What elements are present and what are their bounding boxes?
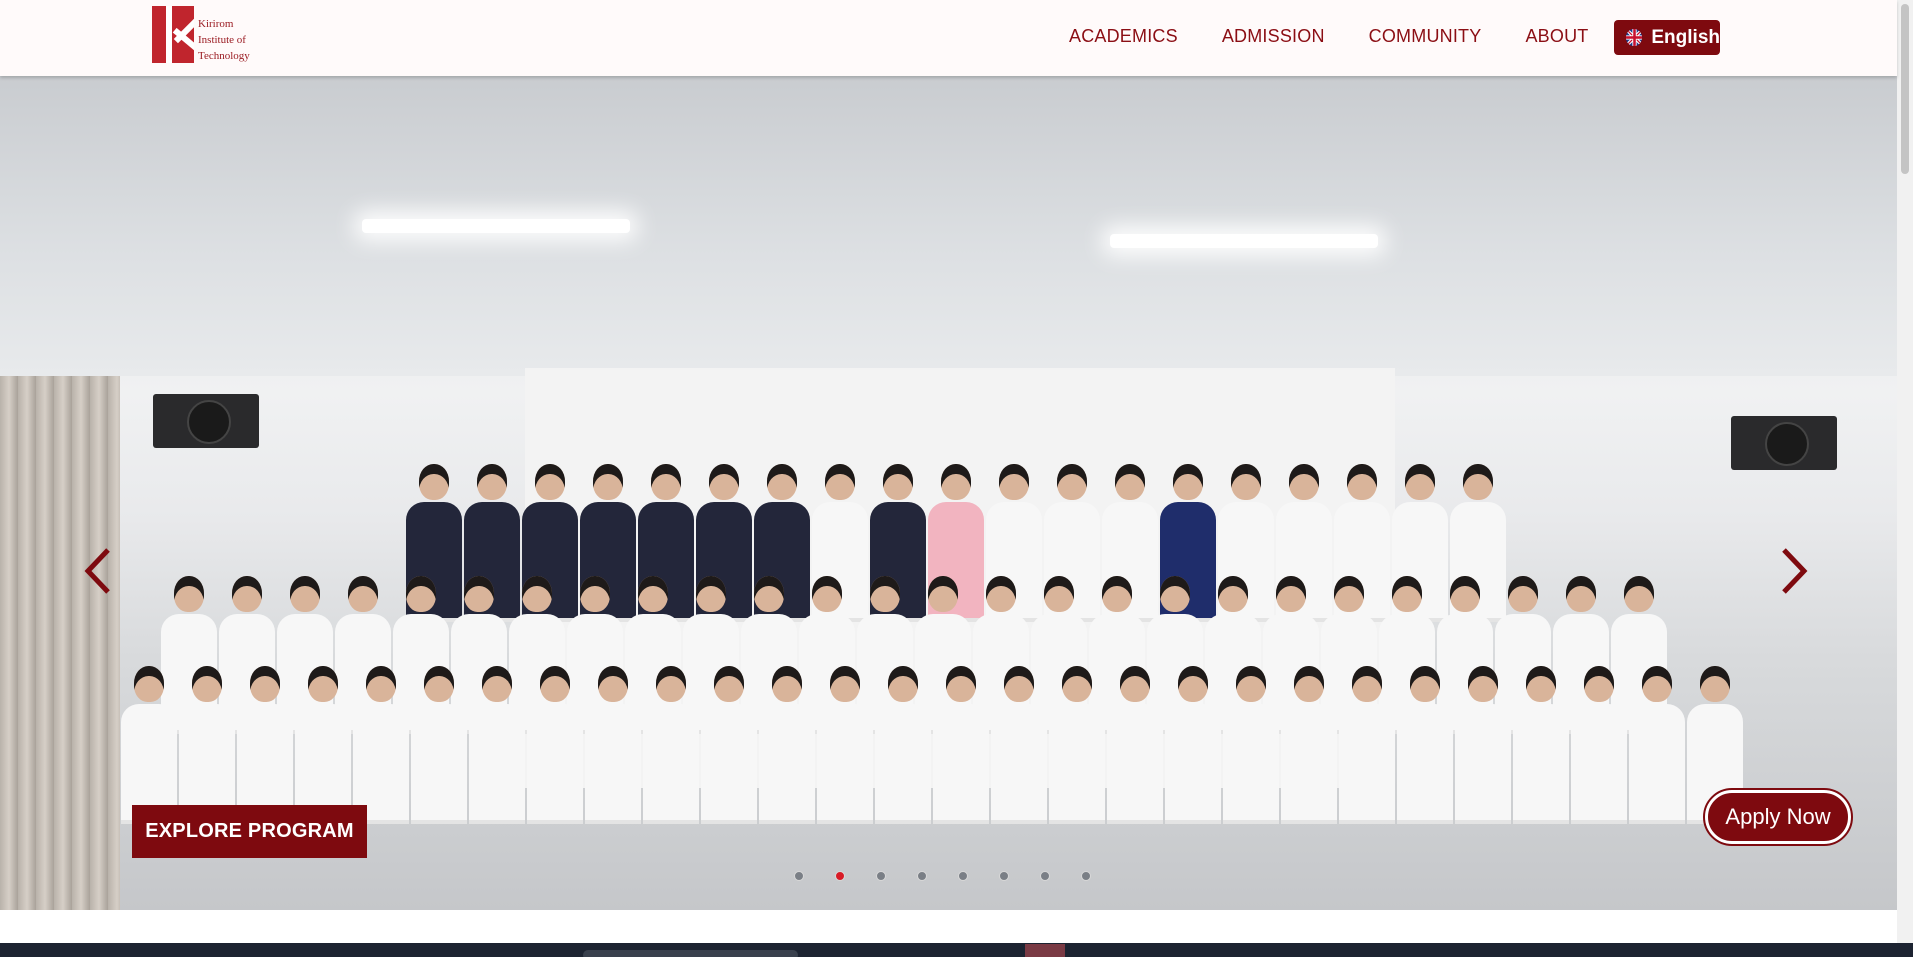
carousel-dot[interactable]: [999, 871, 1009, 881]
language-button[interactable]: English: [1614, 20, 1720, 55]
speaker-icon: [153, 394, 259, 448]
main-nav: ACADEMICS ADMISSION COMMUNITY ABOUT: [1069, 26, 1632, 47]
scrollbar-thumb[interactable]: [1901, 4, 1909, 174]
logo-text-line3: Technology: [198, 50, 250, 62]
hero-carousel: [0, 76, 1897, 910]
nav-academics[interactable]: ACADEMICS: [1069, 26, 1178, 47]
carousel-prev-arrow-icon[interactable]: [78, 546, 118, 596]
site-header: Kirirom Institute of Technology ACADEMIC…: [0, 0, 1897, 76]
carousel-dot[interactable]: [958, 871, 968, 881]
nav-about[interactable]: ABOUT: [1525, 26, 1588, 47]
ceiling-light: [362, 219, 630, 233]
logo-text-line2: Institute of: [198, 34, 246, 46]
nav-community[interactable]: COMMUNITY: [1369, 26, 1482, 47]
carousel-dot[interactable]: [917, 871, 927, 881]
os-taskbar: [0, 943, 1913, 957]
ceiling-light: [1110, 234, 1378, 248]
hero-photo-front-row: [120, 666, 1744, 824]
carousel-dot[interactable]: [876, 871, 886, 881]
speaker-icon: [1731, 416, 1837, 470]
taskbar-search[interactable]: [583, 950, 798, 957]
nav-admission[interactable]: ADMISSION: [1222, 26, 1325, 47]
language-label: English: [1651, 26, 1720, 48]
site-logo[interactable]: Kirirom Institute of Technology: [152, 6, 250, 64]
carousel-indicators: [794, 871, 1122, 881]
apply-now-button[interactable]: Apply Now: [1703, 788, 1853, 846]
hero-photo-curtain: [0, 376, 120, 910]
logo-text-line1: Kirirom: [198, 18, 234, 30]
carousel-dot[interactable]: [1081, 871, 1091, 881]
page-scrollbar[interactable]: [1897, 0, 1913, 943]
carousel-dot-active[interactable]: [835, 871, 845, 881]
explore-program-button[interactable]: EXPLORE PROGRAM: [132, 805, 367, 858]
uk-flag-icon: [1626, 29, 1643, 46]
taskbar-active-app-icon[interactable]: [1025, 944, 1065, 957]
carousel-dot[interactable]: [1040, 871, 1050, 881]
logo-mark-icon: [152, 6, 194, 63]
carousel-next-arrow-icon[interactable]: [1774, 546, 1814, 596]
hero-photo-ceiling: [0, 76, 1897, 376]
carousel-dot[interactable]: [794, 871, 804, 881]
